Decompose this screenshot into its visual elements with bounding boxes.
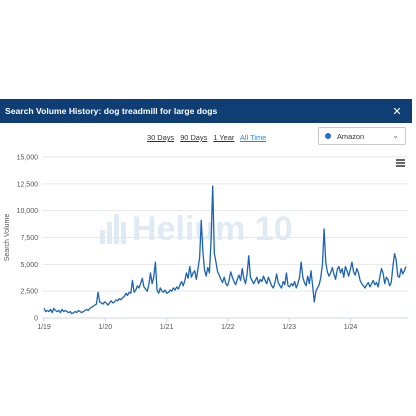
x-tick-label: 1/24	[344, 324, 358, 330]
close-button[interactable]: ✕	[390, 104, 404, 118]
y-axis-title: Search Volume	[4, 214, 11, 262]
range-all-time[interactable]: All Time	[240, 133, 266, 142]
y-tick-label: 2,500	[20, 289, 38, 296]
close-icon[interactable]: ✕	[392, 105, 401, 118]
range-30-days[interactable]: 30 Days	[147, 133, 174, 142]
range-1-year[interactable]: 1 Year	[213, 133, 234, 142]
y-tick-label: 5,000	[20, 262, 38, 269]
x-tick-label: 1/23	[282, 324, 296, 330]
range-90-days[interactable]: 90 Days	[180, 133, 207, 142]
range-links: 30 Days 90 Days 1 Year All Time	[147, 133, 270, 142]
modal-title: Search Volume History: dog treadmill for…	[5, 106, 218, 116]
series-line	[43, 185, 407, 315]
y-tick-label: 12,500	[17, 181, 39, 188]
chevron-down-icon: ⌄	[392, 131, 399, 140]
y-tick-label: 15,000	[17, 155, 39, 162]
marketplace-label: Amazon	[337, 131, 365, 141]
x-tick-label: 1/19	[37, 324, 51, 330]
y-tick-label: 10,000	[17, 208, 39, 215]
marketplace-select[interactable]: Amazon ⌄	[318, 127, 406, 145]
search-volume-chart: 0 2,500 5,000 7,500 10,000 12,500 15,000 1/19 1/…	[4, 155, 408, 330]
modal-header: Search Volume History: dog treadmill for…	[0, 99, 412, 123]
x-tick-label: 1/22	[221, 324, 235, 330]
y-tick-label: 0	[34, 316, 38, 323]
x-tick-label: 1/21	[160, 324, 174, 330]
y-tick-label: 7,500	[20, 235, 38, 242]
marketplace-dot	[325, 133, 331, 139]
x-tick-label: 1/20	[98, 324, 112, 330]
